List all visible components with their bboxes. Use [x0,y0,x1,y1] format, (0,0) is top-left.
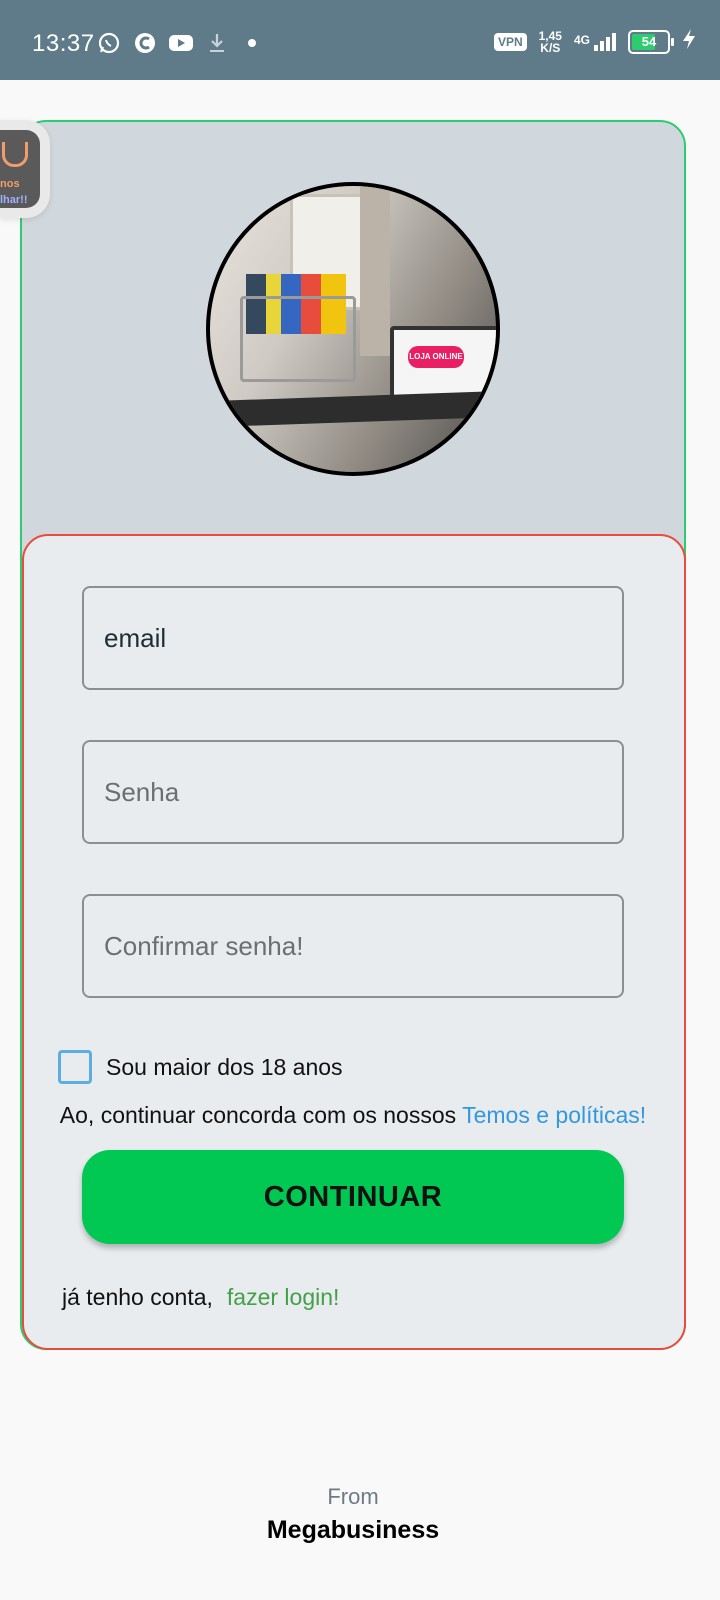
bubble-avatar[interactable]: nos lhar!! [0,130,40,208]
speed-unit: K/S [540,40,561,55]
continue-button[interactable]: CONTINUAR [82,1150,624,1244]
floating-bubble[interactable]: nos lhar!! [0,120,50,218]
dot-icon [248,39,256,47]
hero-curtain [360,186,390,356]
hero-image: LOJA ONLINE [206,182,500,476]
bubble-text-1: nos [0,178,20,190]
system-icons: VPN 1,45 K/S 4G 54 [493,28,696,55]
battery-icon: 54 [628,29,674,54]
network-type: 4G [573,32,590,47]
signal-icon: 4G [573,32,616,51]
email-field[interactable]: email [82,586,624,690]
status-time: 13:37 [32,30,95,57]
login-link[interactable]: fazer login! [227,1284,340,1310]
speed-value: 1,45 [538,28,562,43]
heart-icon [2,142,28,167]
password-field[interactable]: Senha [82,740,624,844]
footer-brand: Megabusiness [266,1516,440,1544]
download-icon [204,30,230,56]
c-app-icon [132,30,158,56]
terms-link[interactable]: Temos e políticas! [462,1102,646,1128]
age-checkbox[interactable] [58,1050,92,1084]
terms-text: Ao, continuar concorda com os nossos Tem… [0,1102,706,1129]
battery-level: 54 [641,34,657,49]
login-prompt: já tenho conta, [62,1284,213,1310]
network-speed: 1,45 K/S [539,30,562,54]
shopping-cart-icon [240,296,356,382]
whatsapp-icon [96,30,122,56]
vpn-icon: VPN [493,32,527,51]
confirm-password-field[interactable]: Confirmar senha! [82,894,624,998]
youtube-icon [168,30,194,56]
laptop-banner: LOJA ONLINE [408,346,464,368]
bubble-text-2: lhar!! [0,194,28,206]
status-bar: 13:37 VPN 1,45 K/S 4G 54 [0,0,720,80]
notification-icons [96,30,256,56]
terms-prefix: Ao, continuar concorda com os nossos [59,1102,463,1128]
footer-from: From [327,1484,379,1509]
age-checkbox-label[interactable]: Sou maior dos 18 anos [106,1054,343,1081]
login-row: já tenho conta, fazer login! [62,1284,339,1311]
hero-table [210,390,496,428]
charging-icon [682,28,696,55]
